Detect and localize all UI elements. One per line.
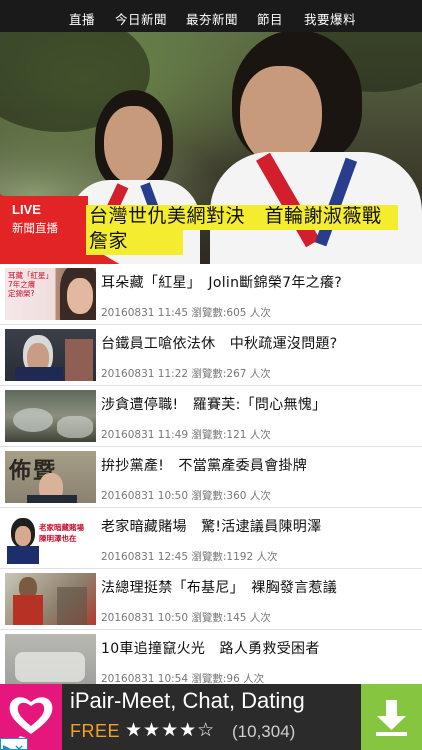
news-thumbnail	[5, 634, 96, 686]
ad-banner[interactable]: iPair-Meet, Chat, Dating FREE ★★★★☆ (10,…	[0, 684, 422, 750]
news-thumbnail	[5, 329, 96, 381]
adchoices-icon[interactable]	[0, 738, 28, 750]
news-item[interactable]: 法總理挺禁「布基尼」 裸胸發言惹議 20160831 10:50 瀏覽數:145…	[0, 569, 422, 630]
tab-report-tip[interactable]: 我要爆料	[304, 9, 356, 28]
news-item[interactable]: 台鐵員工嗆依法休 中秋疏運沒問題? 20160831 11:22 瀏覽數:267…	[0, 325, 422, 386]
ad-rating-stars: ★★★★☆	[125, 719, 216, 741]
hero-headline[interactable]: 台灣世仇美網對決 首輪謝淑薇戰詹家	[89, 204, 399, 254]
download-icon	[376, 700, 407, 736]
news-meta: 20160831 11:22 瀏覽數:267 人次	[101, 368, 271, 380]
news-title: 台鐵員工嗆依法休 中秋疏運沒問題?	[101, 336, 338, 352]
news-title: 老家暗藏賭場 驚!活逮議員陳明澤	[101, 519, 322, 535]
news-meta: 20160831 12:45 瀏覽數:1192 人次	[101, 551, 278, 563]
top-nav: 直播 今日新聞 最夯新聞 節目 我要爆料	[0, 0, 422, 32]
news-meta: 20160831 10:50 瀏覽數:360 人次	[101, 490, 271, 502]
news-title: 法總理挺禁「布基尼」 裸胸發言惹議	[101, 580, 338, 596]
news-thumbnail: 佈暨	[5, 451, 96, 503]
tab-today-news[interactable]: 今日新聞	[115, 9, 167, 28]
news-title: 10車追撞竄火光 路人勇救受困者	[101, 641, 320, 657]
news-thumbnail	[5, 390, 96, 442]
download-button[interactable]	[361, 684, 422, 750]
thumb-caption: 老家暗藏賭場 陳明澤也在	[39, 523, 84, 543]
tab-hot-news[interactable]: 最夯新聞	[186, 9, 238, 28]
live-sublabel: 新聞直播	[12, 221, 58, 235]
news-item[interactable]: 耳藏「紅星」 7年之癢 定錦榮? 耳朵藏「紅星」 Jolin斷錦榮7年之癢? 2…	[0, 264, 422, 325]
news-item[interactable]: 佈暨 拚抄黨產! 不當黨產委員會掛牌 20160831 10:50 瀏覽數:36…	[0, 447, 422, 508]
news-meta: 20160831 11:49 瀏覽數:121 人次	[101, 429, 271, 441]
news-title: 耳朵藏「紅星」 Jolin斷錦榮7年之癢?	[101, 275, 342, 291]
tab-live[interactable]: 直播	[69, 9, 95, 28]
news-meta: 20160831 10:50 瀏覽數:145 人次	[101, 612, 271, 624]
news-item[interactable]: 涉貪遭停職! 羅賽芙:「問心無愧」 20160831 11:49 瀏覽數:121…	[0, 386, 422, 447]
news-title: 拚抄黨產! 不當黨產委員會掛牌	[101, 458, 308, 474]
news-meta: 20160831 11:45 瀏覽數:605 人次	[101, 307, 271, 319]
news-title: 涉貪遭停職! 羅賽芙:「問心無愧」	[101, 397, 327, 413]
news-thumbnail	[5, 573, 96, 625]
news-thumbnail: 耳藏「紅星」 7年之癢 定錦榮?	[5, 268, 96, 320]
news-item[interactable]: 10車追撞竄火光 路人勇救受困者 20160831 10:54 瀏覽數:96 人…	[0, 630, 422, 691]
thumb-caption: 耳藏「紅星」 7年之癢 定錦榮?	[8, 271, 53, 298]
news-item[interactable]: 老家暗藏賭場 陳明澤也在 老家暗藏賭場 驚!活逮議員陳明澤 20160831 1…	[0, 508, 422, 569]
ad-rating-count: (10,304)	[232, 722, 296, 741]
news-thumbnail: 老家暗藏賭場 陳明澤也在	[5, 512, 96, 564]
tab-programs[interactable]: 節目	[257, 9, 283, 28]
live-label: LIVE	[12, 202, 41, 217]
ad-price: FREE	[70, 721, 121, 741]
ad-app-title: iPair-Meet, Chat, Dating	[70, 688, 305, 713]
